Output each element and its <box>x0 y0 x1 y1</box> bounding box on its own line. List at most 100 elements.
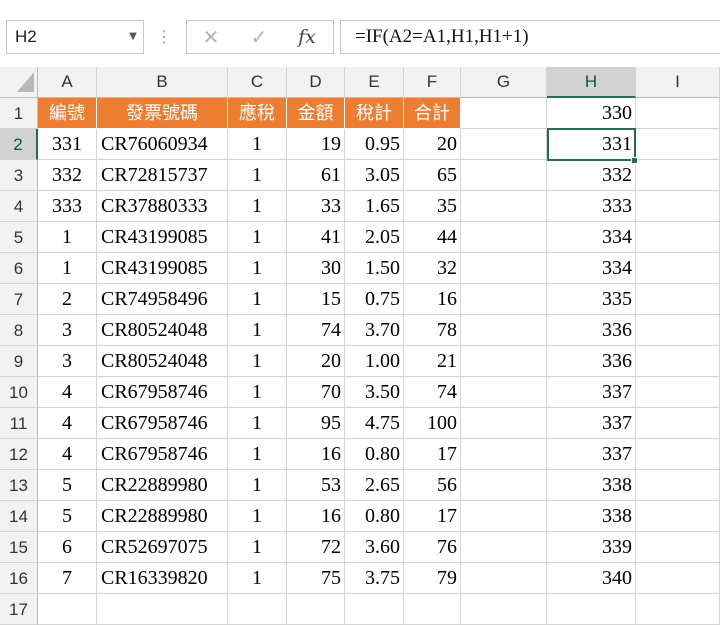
cell-d2[interactable]: 19 <box>287 129 345 160</box>
cell-d5[interactable]: 41 <box>287 222 345 253</box>
cell-e1[interactable]: 稅計 <box>345 98 404 129</box>
column-header-d[interactable]: D <box>287 67 345 98</box>
cell-g12[interactable] <box>461 439 547 470</box>
cell-g13[interactable] <box>461 470 547 501</box>
cell-e3[interactable]: 3.05 <box>345 160 404 191</box>
enter-icon[interactable]: ✓ <box>239 21 279 53</box>
cell-h9[interactable]: 336 <box>547 346 636 377</box>
cell-c3[interactable]: 1 <box>228 160 287 191</box>
cell-g15[interactable] <box>461 532 547 563</box>
cell-e12[interactable]: 0.80 <box>345 439 404 470</box>
cell-f7[interactable]: 16 <box>404 284 461 315</box>
cell-f3[interactable]: 65 <box>404 160 461 191</box>
cell-g17[interactable] <box>461 594 547 625</box>
cell-c4[interactable]: 1 <box>228 191 287 222</box>
cell-b1[interactable]: 發票號碼 <box>97 98 228 129</box>
cell-e8[interactable]: 3.70 <box>345 315 404 346</box>
cell-f4[interactable]: 35 <box>404 191 461 222</box>
row-header-6[interactable]: 6 <box>0 253 38 284</box>
cell-c13[interactable]: 1 <box>228 470 287 501</box>
cell-c9[interactable]: 1 <box>228 346 287 377</box>
cell-f2[interactable]: 20 <box>404 129 461 160</box>
column-header-g[interactable]: G <box>461 67 547 98</box>
cell-h7[interactable]: 335 <box>547 284 636 315</box>
cell-e16[interactable]: 3.75 <box>345 563 404 594</box>
cell-c17[interactable] <box>228 594 287 625</box>
cell-f13[interactable]: 56 <box>404 470 461 501</box>
cell-b12[interactable]: CR67958746 <box>97 439 228 470</box>
cell-h16[interactable]: 340 <box>547 563 636 594</box>
cell-g3[interactable] <box>461 160 547 191</box>
cell-g11[interactable] <box>461 408 547 439</box>
cell-a10[interactable]: 4 <box>38 377 97 408</box>
cell-i12[interactable] <box>636 439 720 470</box>
cell-d17[interactable] <box>287 594 345 625</box>
cell-i9[interactable] <box>636 346 720 377</box>
cell-i6[interactable] <box>636 253 720 284</box>
cell-a12[interactable]: 4 <box>38 439 97 470</box>
row-header-7[interactable]: 7 <box>0 284 38 315</box>
row-header-1[interactable]: 1 <box>0 98 38 129</box>
cell-h4[interactable]: 333 <box>547 191 636 222</box>
cell-d9[interactable]: 20 <box>287 346 345 377</box>
cell-f15[interactable]: 76 <box>404 532 461 563</box>
name-box-dropdown-icon[interactable]: ▼ <box>124 20 142 54</box>
cell-d6[interactable]: 30 <box>287 253 345 284</box>
cell-h5[interactable]: 334 <box>547 222 636 253</box>
cell-i11[interactable] <box>636 408 720 439</box>
cell-g4[interactable] <box>461 191 547 222</box>
row-header-5[interactable]: 5 <box>0 222 38 253</box>
cell-g10[interactable] <box>461 377 547 408</box>
cell-i10[interactable] <box>636 377 720 408</box>
column-header-h[interactable]: H <box>547 67 636 98</box>
cell-c16[interactable]: 1 <box>228 563 287 594</box>
cell-c8[interactable]: 1 <box>228 315 287 346</box>
cell-c11[interactable]: 1 <box>228 408 287 439</box>
cell-f12[interactable]: 17 <box>404 439 461 470</box>
formula-bar-grip-icon[interactable]: ⋮ <box>156 20 172 54</box>
cell-a15[interactable]: 6 <box>38 532 97 563</box>
cell-b14[interactable]: CR22889980 <box>97 501 228 532</box>
cell-a2[interactable]: 331 <box>38 129 97 160</box>
cell-h12[interactable]: 337 <box>547 439 636 470</box>
column-header-f[interactable]: F <box>404 67 461 98</box>
cell-b15[interactable]: CR52697075 <box>97 532 228 563</box>
cell-e4[interactable]: 1.65 <box>345 191 404 222</box>
cell-e14[interactable]: 0.80 <box>345 501 404 532</box>
cell-b6[interactable]: CR43199085 <box>97 253 228 284</box>
cell-h11[interactable]: 337 <box>547 408 636 439</box>
column-header-a[interactable]: A <box>38 67 97 98</box>
cell-b16[interactable]: CR16339820 <box>97 563 228 594</box>
row-header-12[interactable]: 12 <box>0 439 38 470</box>
cell-e11[interactable]: 4.75 <box>345 408 404 439</box>
cell-f10[interactable]: 74 <box>404 377 461 408</box>
cell-g6[interactable] <box>461 253 547 284</box>
cell-f11[interactable]: 100 <box>404 408 461 439</box>
fill-handle[interactable] <box>631 157 638 164</box>
cell-b4[interactable]: CR37880333 <box>97 191 228 222</box>
cell-f17[interactable] <box>404 594 461 625</box>
cell-d7[interactable]: 15 <box>287 284 345 315</box>
row-header-8[interactable]: 8 <box>0 315 38 346</box>
cell-i1[interactable] <box>636 98 720 129</box>
cell-e15[interactable]: 3.60 <box>345 532 404 563</box>
column-header-b[interactable]: B <box>97 67 228 98</box>
cell-a6[interactable]: 1 <box>38 253 97 284</box>
cell-f16[interactable]: 79 <box>404 563 461 594</box>
cell-h14[interactable]: 338 <box>547 501 636 532</box>
cell-d3[interactable]: 61 <box>287 160 345 191</box>
row-header-10[interactable]: 10 <box>0 377 38 408</box>
cell-h15[interactable]: 339 <box>547 532 636 563</box>
cell-d13[interactable]: 53 <box>287 470 345 501</box>
cell-b13[interactable]: CR22889980 <box>97 470 228 501</box>
cell-a11[interactable]: 4 <box>38 408 97 439</box>
cell-g8[interactable] <box>461 315 547 346</box>
cell-a5[interactable]: 1 <box>38 222 97 253</box>
row-header-16[interactable]: 16 <box>0 563 38 594</box>
column-header-i[interactable]: I <box>636 67 720 98</box>
cell-c5[interactable]: 1 <box>228 222 287 253</box>
cell-a3[interactable]: 332 <box>38 160 97 191</box>
cell-g7[interactable] <box>461 284 547 315</box>
row-header-14[interactable]: 14 <box>0 501 38 532</box>
cell-d4[interactable]: 33 <box>287 191 345 222</box>
